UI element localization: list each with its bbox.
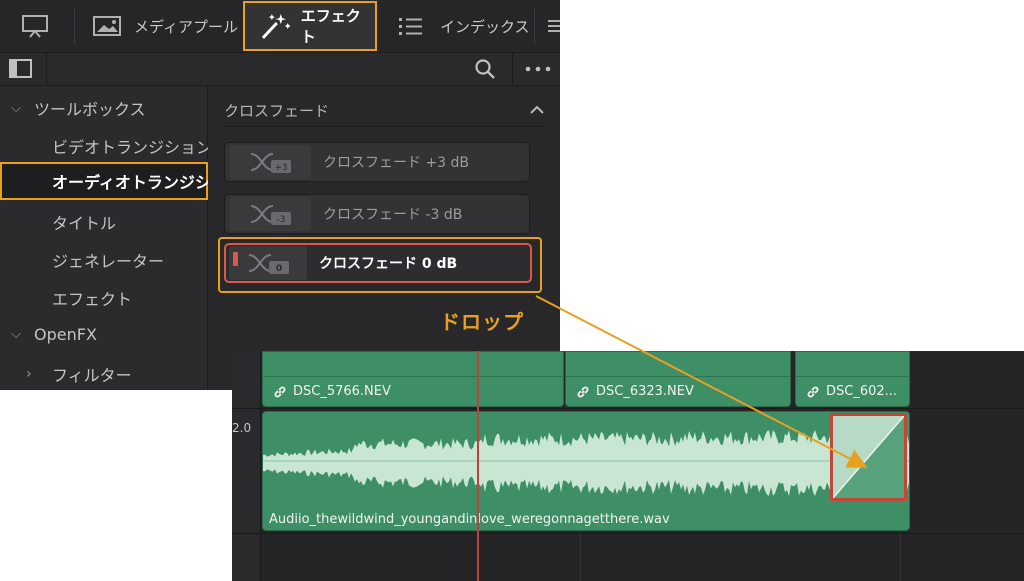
drop-arrow [535, 295, 868, 468]
drop-annotation: ドロップ [440, 310, 524, 334]
